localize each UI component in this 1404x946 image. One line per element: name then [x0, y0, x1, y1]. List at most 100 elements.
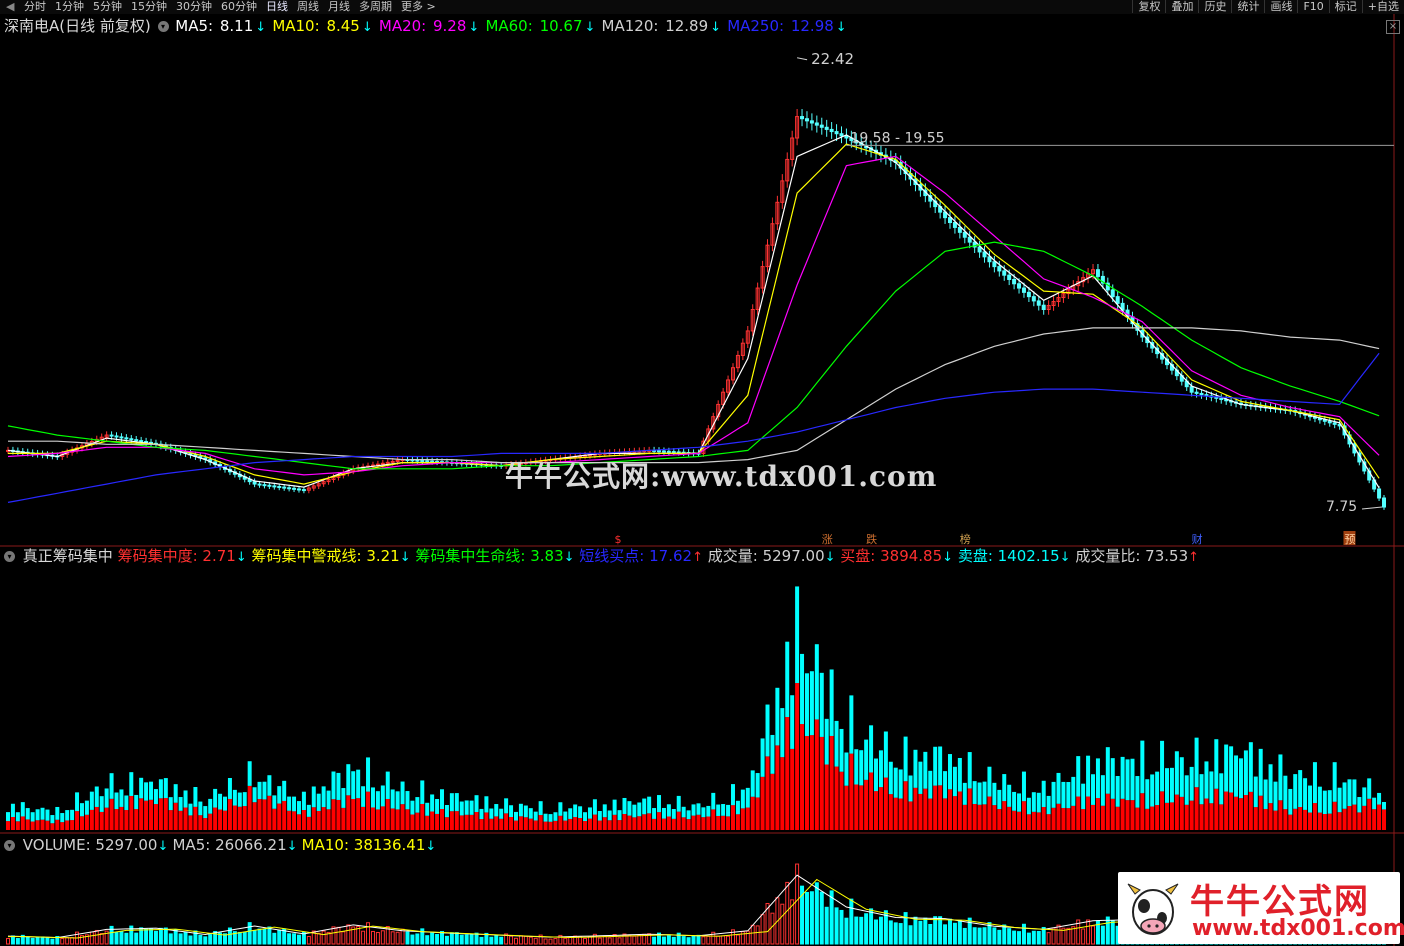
- volume-bar: [869, 908, 874, 945]
- toolbar-button-3[interactable]: 统计: [1231, 0, 1264, 13]
- sell-bar: [755, 773, 760, 798]
- buy-bar: [1352, 804, 1357, 830]
- vol-value-1: 26066.21: [215, 836, 287, 854]
- buy-bar: [390, 808, 395, 830]
- sell-bar: [366, 757, 371, 792]
- sell-bar: [193, 787, 198, 807]
- sell-bar: [938, 746, 943, 786]
- sell-bar: [696, 803, 701, 815]
- volume-bar: [701, 936, 706, 945]
- volume-bar: [849, 898, 854, 945]
- buy-bar: [898, 798, 903, 830]
- sell-bar: [144, 782, 149, 801]
- toolbar-button-2[interactable]: 历史: [1198, 0, 1231, 13]
- sell-bar: [326, 790, 331, 810]
- tab-9[interactable]: 多周期: [359, 0, 392, 13]
- ma-value-2: 9.28: [433, 17, 467, 35]
- tab-0[interactable]: 分时: [24, 0, 46, 13]
- buy-bar: [425, 815, 430, 830]
- sell-bar: [987, 766, 992, 797]
- candle-body: [272, 485, 277, 488]
- sell-bar: [223, 796, 228, 811]
- volume-bar: [45, 936, 50, 945]
- buy-bar: [1337, 812, 1342, 830]
- buy-bar: [94, 806, 99, 830]
- candle-body: [997, 266, 1002, 272]
- volume-bar: [60, 938, 65, 945]
- buy-bar: [509, 817, 514, 830]
- chevron-down-icon[interactable]: ▾: [157, 21, 169, 32]
- toolbar-button-6[interactable]: 标记: [1328, 0, 1362, 13]
- candle-body: [1017, 283, 1022, 289]
- volume-bar: [400, 928, 405, 945]
- volume-bar: [444, 935, 449, 945]
- sell-bar: [1100, 775, 1105, 806]
- ma-label-2: MA20:: [378, 17, 431, 35]
- volume-bar: [543, 938, 548, 945]
- tab-4[interactable]: 30分钟: [176, 0, 212, 13]
- chevron-down-icon[interactable]: ▾: [4, 551, 15, 562]
- candle-body: [1021, 287, 1026, 293]
- buy-bar: [296, 814, 301, 830]
- candle-body: [839, 133, 844, 137]
- vol-label-2: MA10:: [301, 836, 354, 854]
- sell-bar: [89, 791, 94, 810]
- buy-bar: [65, 820, 70, 830]
- close-icon[interactable]: ×: [1386, 20, 1400, 34]
- back-icon[interactable]: ◀: [6, 0, 16, 13]
- volume-bar: [1012, 930, 1017, 945]
- sell-bar: [859, 750, 864, 786]
- buy-bar: [1288, 814, 1293, 830]
- candle-body: [415, 459, 420, 462]
- buy-bar: [1268, 803, 1273, 830]
- chevron-down-icon[interactable]: ▾: [4, 840, 15, 851]
- sell-bar: [149, 781, 154, 800]
- toolbar-button-0[interactable]: 复权: [1132, 0, 1165, 13]
- sell-bar: [321, 786, 326, 808]
- toolbar-button-4[interactable]: 画线: [1264, 0, 1297, 13]
- buy-bar: [99, 811, 104, 830]
- ind-value-5: 3894.85: [880, 547, 943, 565]
- buy-bar: [523, 817, 528, 830]
- candle-body: [962, 231, 967, 238]
- sell-bar: [676, 795, 681, 812]
- tab-8[interactable]: 月线: [328, 0, 350, 13]
- sell-bar: [79, 803, 84, 817]
- toolbar-button-7[interactable]: +自选: [1361, 0, 1404, 13]
- ind-value-1: 3.21: [366, 547, 400, 565]
- vol-label-1: MA5:: [172, 836, 216, 854]
- volume-bar: [563, 937, 568, 945]
- sell-bar: [370, 787, 375, 808]
- buy-bar: [1002, 801, 1007, 830]
- ind-value-7: 73.53: [1145, 547, 1189, 565]
- right-toolbar: 复权 叠加 历史 统计 画线 F10 标记 +自选: [1132, 0, 1404, 14]
- buy-bar: [972, 803, 977, 830]
- sell-bar: [262, 781, 267, 800]
- sell-bar: [518, 803, 523, 817]
- candle-body: [814, 122, 819, 126]
- buy-bar: [1248, 791, 1253, 830]
- volume-bar: [119, 930, 124, 945]
- volume-bar: [149, 928, 154, 945]
- sell-bar: [893, 767, 898, 798]
- tab-5[interactable]: 60分钟: [221, 0, 257, 13]
- buy-bar: [173, 802, 178, 830]
- tab-3[interactable]: 15分钟: [131, 0, 167, 13]
- tab-7[interactable]: 周线: [297, 0, 319, 13]
- buy-bar: [819, 736, 824, 830]
- toolbar-button-5[interactable]: F10: [1297, 0, 1328, 13]
- sell-bar: [814, 644, 819, 720]
- buy-bar: [888, 794, 893, 830]
- buy-bar: [242, 806, 247, 830]
- tab-1[interactable]: 1分钟: [55, 0, 84, 13]
- sell-bar: [657, 795, 662, 813]
- sell-bar: [1199, 774, 1204, 805]
- tab-10[interactable]: 更多 >: [401, 0, 436, 13]
- volume-bar: [153, 930, 158, 945]
- tab-6[interactable]: 日线: [266, 0, 288, 13]
- volume-bar: [528, 936, 533, 945]
- sell-bar: [523, 805, 528, 818]
- toolbar-button-1[interactable]: 叠加: [1165, 0, 1198, 13]
- sell-bar: [178, 797, 183, 811]
- tab-2[interactable]: 5分钟: [93, 0, 122, 13]
